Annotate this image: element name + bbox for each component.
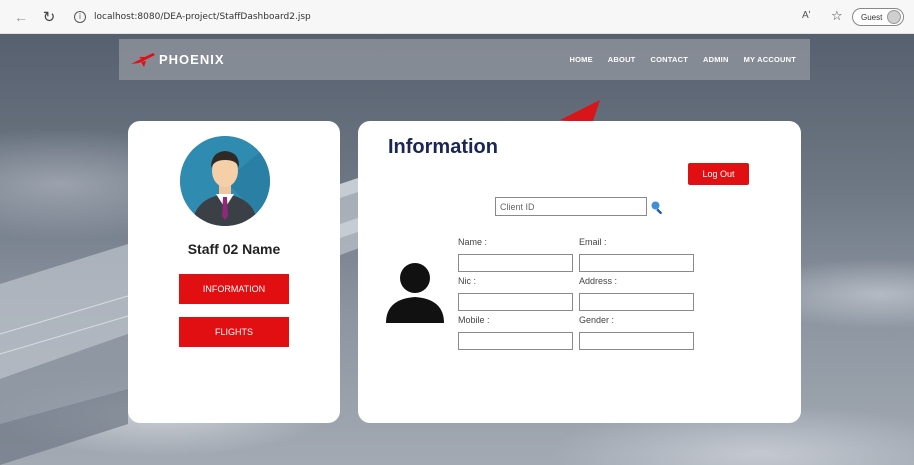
main-menu: HOME ABOUT CONTACT ADMIN MY ACCOUNT <box>569 55 796 64</box>
name-field[interactable] <box>458 254 573 272</box>
menu-admin[interactable]: ADMIN <box>703 55 729 64</box>
nic-field[interactable] <box>458 293 573 311</box>
email-field[interactable] <box>579 254 694 272</box>
nic-label: Nic : <box>458 276 476 286</box>
email-label: Email : <box>579 237 607 247</box>
client-id-input[interactable] <box>495 197 647 216</box>
page-title: Information <box>388 136 498 158</box>
info-icon[interactable]: i <box>74 10 86 23</box>
browser-toolbar: ← ↻ i localhost:8080/DEA-project/StaffDa… <box>0 0 914 34</box>
site-navbar: PHOENIX HOME ABOUT CONTACT ADMIN MY ACCO… <box>119 39 810 80</box>
brand-name: PHOENIX <box>159 51 225 67</box>
menu-about[interactable]: ABOUT <box>608 55 636 64</box>
profile-button[interactable]: Guest <box>852 8 904 26</box>
mobile-field[interactable] <box>458 332 573 350</box>
menu-my-account[interactable]: MY ACCOUNT <box>744 55 796 64</box>
reload-icon[interactable]: ↻ <box>38 8 60 26</box>
read-aloud-icon[interactable]: Aʹ <box>802 10 811 21</box>
profile-label: Guest <box>861 12 883 22</box>
plane-logo-icon <box>131 53 155 67</box>
staff-name: Staff 02 Name <box>187 241 281 257</box>
url-text: localhost:8080/DEA-project/StaffDashboar… <box>94 11 311 22</box>
mobile-label: Mobile : <box>458 315 490 325</box>
address-field[interactable] <box>579 293 694 311</box>
address-label: Address : <box>579 276 618 286</box>
brand-logo[interactable]: PHOENIX <box>131 51 225 67</box>
name-label: Name : <box>458 237 488 247</box>
favorites-star-icon[interactable]: ☆ <box>831 8 843 24</box>
logout-button[interactable]: Log Out <box>688 163 749 185</box>
staff-profile-card: Staff 02 Name INFORMATION FLIGHTS <box>128 121 340 423</box>
menu-home[interactable]: HOME <box>569 55 592 64</box>
gender-field[interactable] <box>579 332 694 350</box>
menu-contact[interactable]: CONTACT <box>650 55 688 64</box>
address-bar[interactable]: i localhost:8080/DEA-project/StaffDashbo… <box>74 6 834 28</box>
profile-avatar-icon <box>887 10 901 24</box>
person-silhouette-icon <box>386 263 444 323</box>
information-button[interactable]: INFORMATION <box>179 274 289 304</box>
client-information-card: Information Log Out Name : Email : Nic :… <box>358 121 801 423</box>
businessman-avatar-icon <box>180 136 270 226</box>
flights-button[interactable]: FLIGHTS <box>179 317 289 347</box>
back-arrow-icon[interactable]: ← <box>10 9 32 25</box>
search-icon[interactable] <box>650 200 664 214</box>
page-background: PHOENIX HOME ABOUT CONTACT ADMIN MY ACCO… <box>0 34 914 465</box>
gender-label: Gender : <box>579 315 615 325</box>
